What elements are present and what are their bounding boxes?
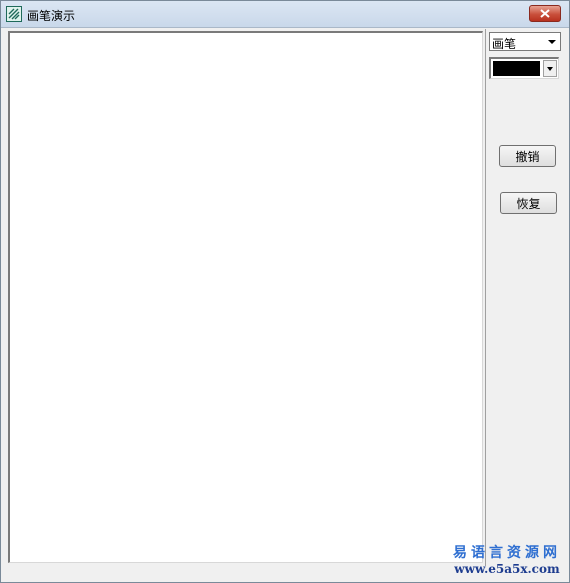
tool-select[interactable]: 画笔 (489, 32, 561, 51)
redo-button[interactable]: 恢复 (500, 192, 557, 214)
title-bar: 画笔演示 (1, 1, 569, 28)
watermark-url: www.e5a5x.com (454, 562, 560, 576)
close-icon (540, 9, 550, 18)
chevron-down-icon (548, 40, 556, 44)
drawing-canvas[interactable] (8, 31, 483, 563)
splitter[interactable] (485, 29, 486, 566)
tool-select-value: 画笔 (492, 37, 517, 51)
color-select[interactable] (489, 57, 559, 79)
color-swatch (493, 61, 540, 76)
chevron-down-icon (547, 67, 553, 71)
main-window: 画笔演示 画笔 撤销 恢复 易语言资源网 www.e5a5x.com (0, 0, 570, 583)
app-icon (6, 6, 22, 22)
color-dropdown-button[interactable] (543, 60, 557, 77)
watermark: 易语言资源网 www.e5a5x.com (453, 542, 561, 576)
watermark-name: 易语言资源网 (453, 545, 561, 561)
close-button[interactable] (529, 5, 561, 22)
undo-button[interactable]: 撤销 (499, 145, 556, 167)
window-title: 画笔演示 (27, 9, 76, 23)
